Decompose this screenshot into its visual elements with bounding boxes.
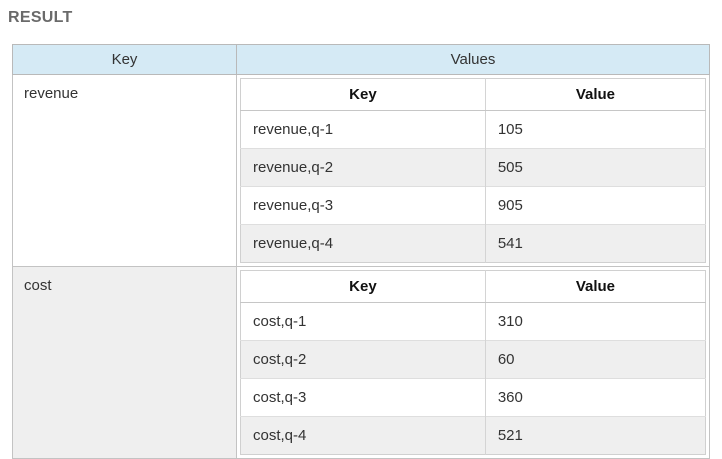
outer-header-key: Key [13, 45, 237, 75]
inner-header-value: Value [485, 79, 705, 111]
inner-key-cell: revenue,q-4 [241, 225, 486, 263]
inner-header-key: Key [241, 79, 486, 111]
inner-value-cell: 360 [485, 379, 705, 417]
inner-header-row: KeyValue [241, 271, 706, 303]
result-table-body: revenueKeyValuerevenue,q-1105revenue,q-2… [13, 75, 710, 459]
group-values-cell: KeyValuerevenue,q-1105revenue,q-2505reve… [237, 75, 710, 267]
group-row-cost: costKeyValuecost,q-1310cost,q-260cost,q-… [13, 267, 710, 459]
inner-value-cell: 105 [485, 111, 705, 149]
page: RESULT Key Values revenueKeyValuerevenue… [0, 0, 722, 459]
inner-key-cell: revenue,q-3 [241, 187, 486, 225]
inner-table-revenue: KeyValuerevenue,q-1105revenue,q-2505reve… [240, 78, 706, 263]
inner-header-key: Key [241, 271, 486, 303]
inner-key-cell: cost,q-4 [241, 417, 486, 455]
group-row-revenue: revenueKeyValuerevenue,q-1105revenue,q-2… [13, 75, 710, 267]
inner-key-cell: cost,q-2 [241, 341, 486, 379]
group-key-cell: revenue [13, 75, 237, 267]
result-table: Key Values revenueKeyValuerevenue,q-1105… [12, 44, 710, 459]
inner-value-cell: 310 [485, 303, 705, 341]
outer-header-values: Values [237, 45, 710, 75]
inner-row: revenue,q-1105 [241, 111, 706, 149]
inner-header-value: Value [485, 271, 705, 303]
inner-header-row: KeyValue [241, 79, 706, 111]
result-table-header-row: Key Values [13, 45, 710, 75]
inner-key-cell: revenue,q-2 [241, 149, 486, 187]
inner-row: cost,q-1310 [241, 303, 706, 341]
group-key-cell: cost [13, 267, 237, 459]
inner-value-cell: 521 [485, 417, 705, 455]
inner-value-cell: 905 [485, 187, 705, 225]
inner-value-cell: 60 [485, 341, 705, 379]
page-title: RESULT [8, 8, 710, 27]
inner-row: revenue,q-3905 [241, 187, 706, 225]
inner-row: revenue,q-2505 [241, 149, 706, 187]
inner-key-cell: revenue,q-1 [241, 111, 486, 149]
inner-row: cost,q-3360 [241, 379, 706, 417]
inner-row: revenue,q-4541 [241, 225, 706, 263]
result-table-header: Key Values [13, 45, 710, 75]
inner-value-cell: 505 [485, 149, 705, 187]
inner-row: cost,q-260 [241, 341, 706, 379]
inner-table-cost: KeyValuecost,q-1310cost,q-260cost,q-3360… [240, 270, 706, 455]
group-values-cell: KeyValuecost,q-1310cost,q-260cost,q-3360… [237, 267, 710, 459]
inner-key-cell: cost,q-1 [241, 303, 486, 341]
inner-key-cell: cost,q-3 [241, 379, 486, 417]
inner-row: cost,q-4521 [241, 417, 706, 455]
inner-value-cell: 541 [485, 225, 705, 263]
